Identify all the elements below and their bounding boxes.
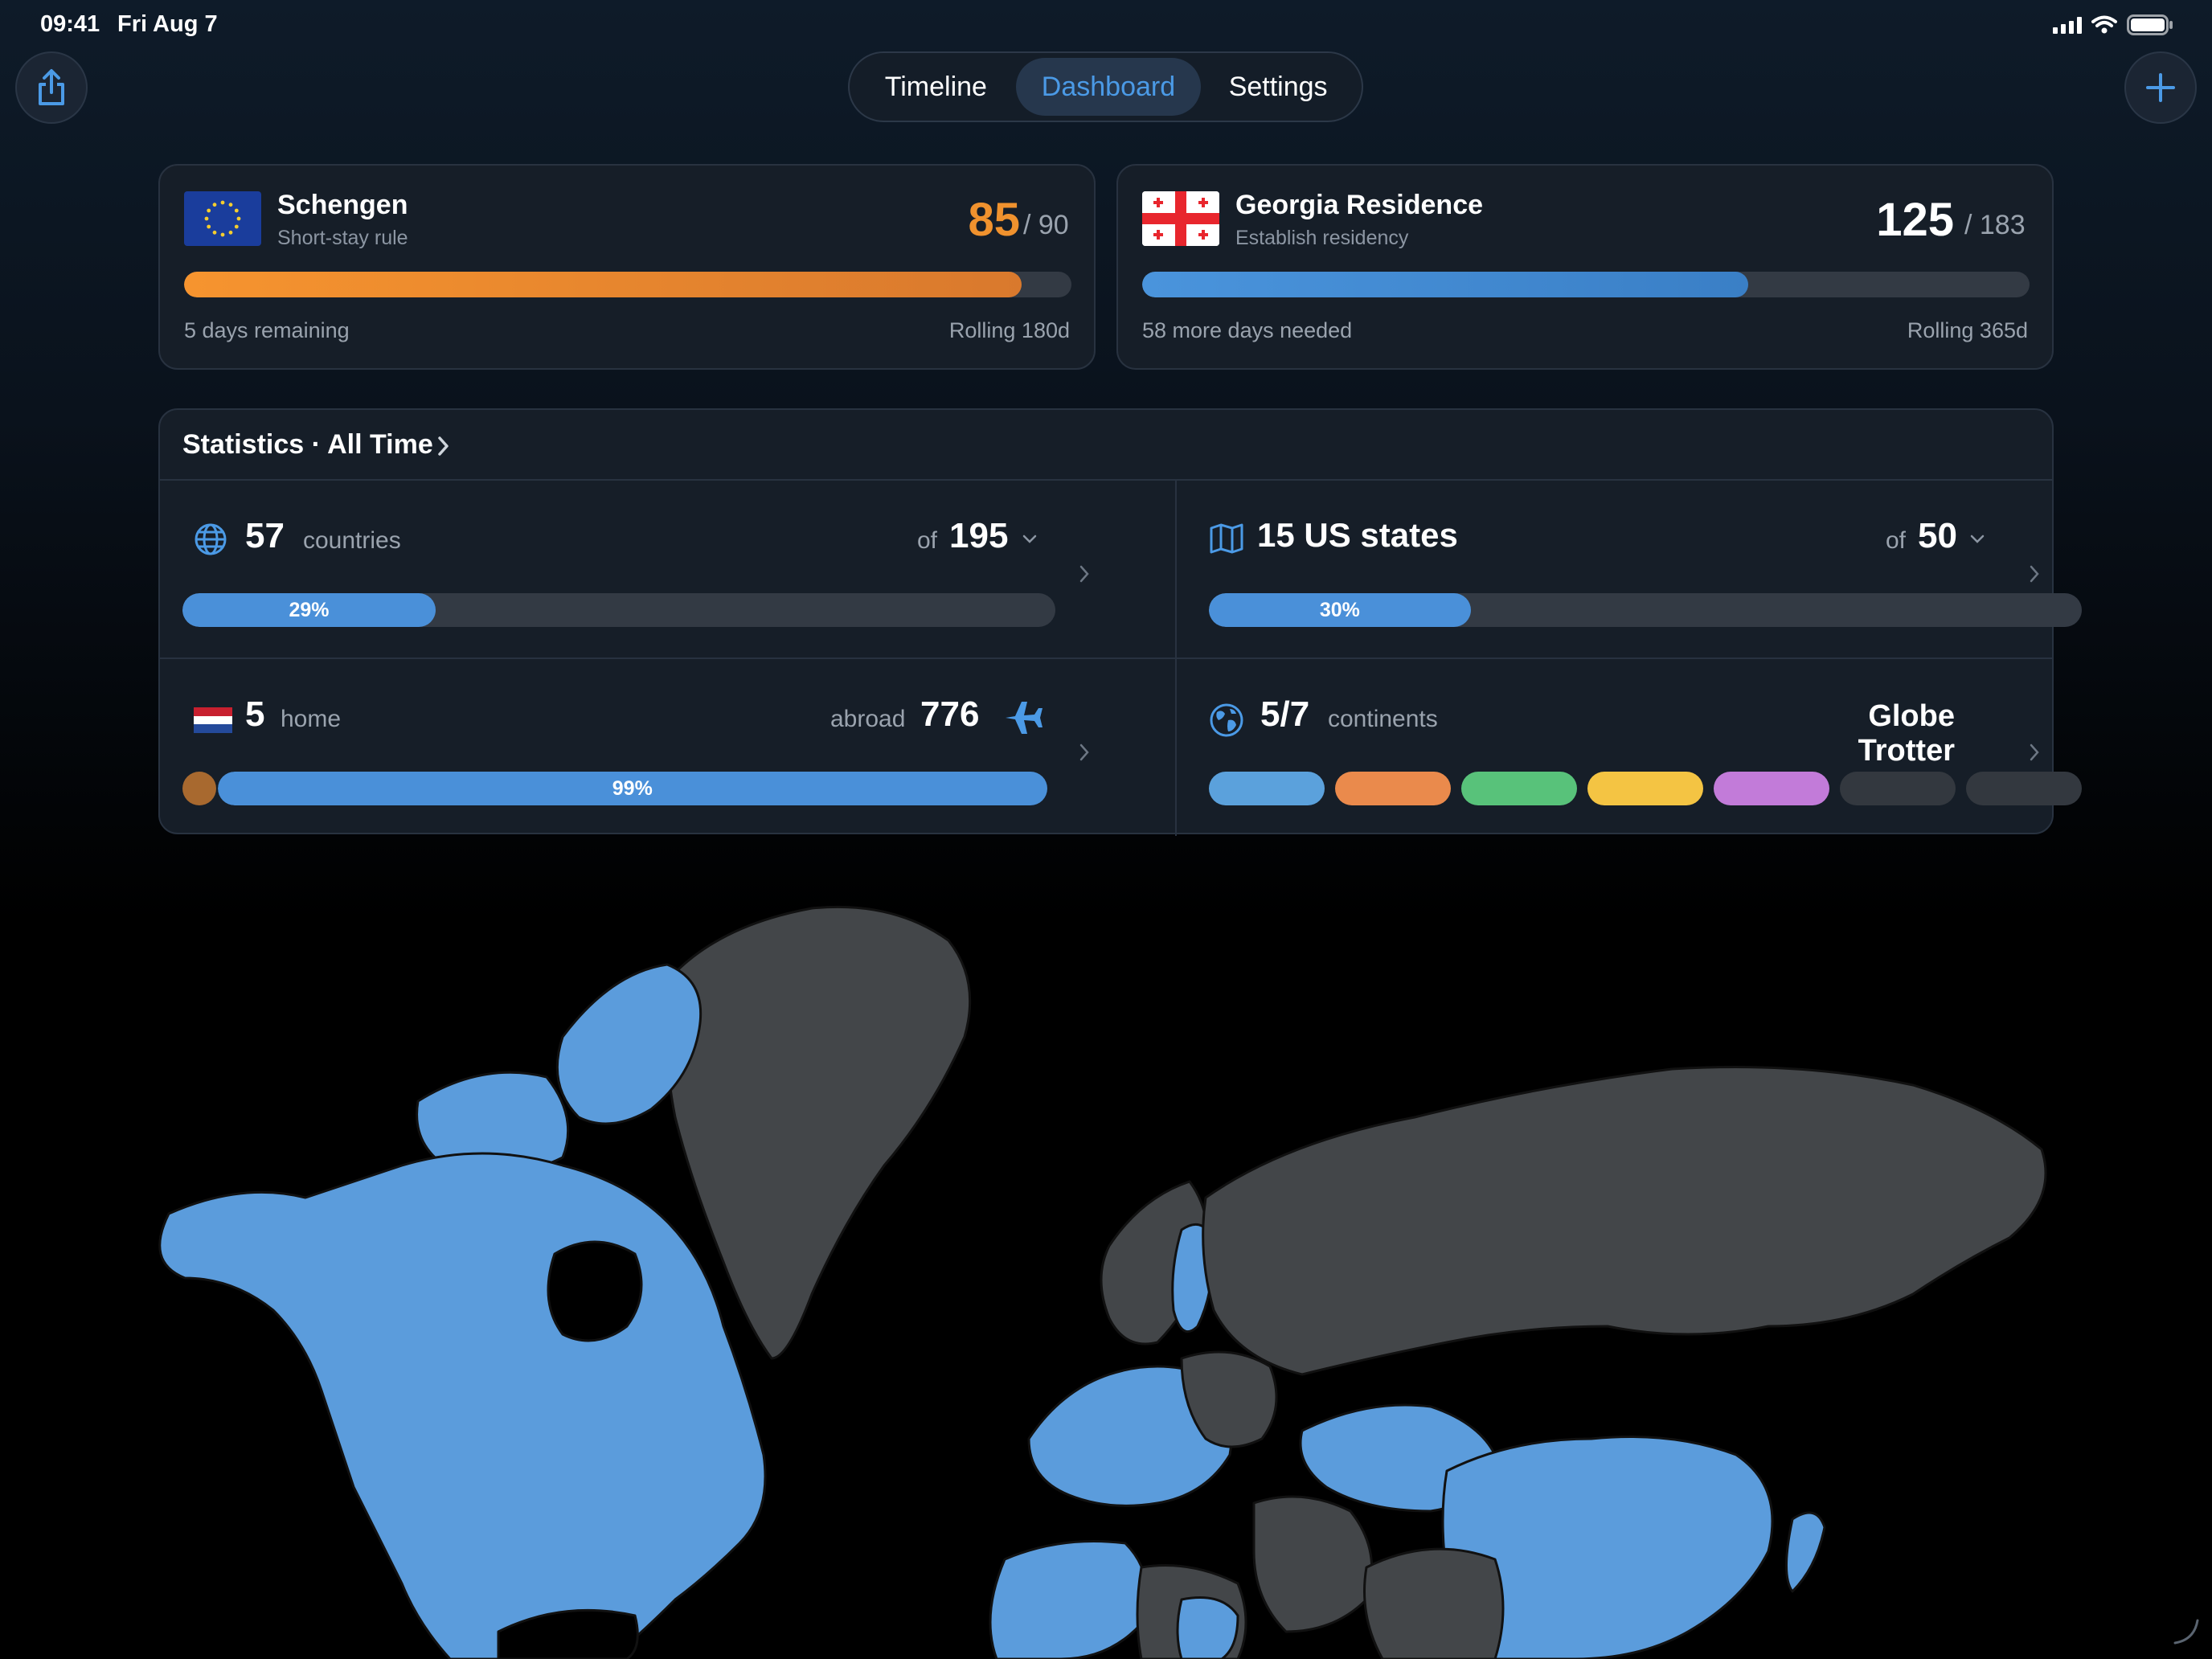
- georgia-progress-bar: [1142, 272, 2030, 297]
- tab-settings[interactable]: Settings: [1201, 58, 1355, 116]
- rule-footer-right: Rolling 180d: [948, 318, 1070, 342]
- map-region-north-america[interactable]: [158, 1152, 767, 1659]
- continents-count: 5/7: [1260, 694, 1310, 734]
- countries-progress-fill: 29%: [182, 593, 436, 627]
- rule-footer-right: Rolling 365d: [1907, 318, 2028, 342]
- map-region-middle-east[interactable]: [1252, 1495, 1374, 1633]
- chevron-right-icon: [2030, 743, 2039, 761]
- us-states-progress-bar: 30%: [1209, 593, 2082, 627]
- globe-icon: [195, 523, 227, 555]
- map-region-hudson-bay: [547, 1240, 643, 1342]
- chevron-down-icon[interactable]: [1969, 534, 1985, 545]
- map-region-russia[interactable]: [1202, 1066, 2047, 1376]
- us-states-total: 50: [1918, 516, 1957, 555]
- home-count: 5: [245, 694, 265, 734]
- resize-handle-icon[interactable]: [2170, 1616, 2202, 1648]
- wifi-icon: [2091, 15, 2117, 34]
- us-states-stat[interactable]: 15 US states of 50 30%: [1177, 481, 2082, 657]
- earth-icon: [1210, 703, 1243, 737]
- status-time: 09:41: [40, 11, 100, 37]
- chevron-right-icon: [438, 436, 449, 456]
- schengen-progress-bar: [184, 272, 1071, 297]
- add-button[interactable]: [2124, 51, 2197, 124]
- continent-pill: [1840, 772, 1956, 805]
- home-abroad-stat[interactable]: 5 home abroad 776 99%: [160, 659, 1175, 836]
- countries-progress-bar: 29%: [182, 593, 1055, 627]
- days-used: 125: [1876, 194, 1954, 246]
- continent-pill: [1461, 772, 1577, 805]
- georgia-progress-fill: [1142, 272, 1749, 297]
- statistics-title: Statistics · All Time: [182, 429, 433, 460]
- tab-dashboard[interactable]: Dashboard: [1015, 58, 1202, 116]
- map-icon: [1210, 523, 1243, 554]
- continents-label: continents: [1328, 706, 1438, 732]
- countries-count: 57: [245, 516, 285, 555]
- countries-total: 195: [949, 516, 1009, 555]
- netherlands-flag-icon: [194, 707, 232, 733]
- rule-footer-left: 58 more days needed: [1142, 318, 1353, 342]
- us-states-count: 15 US states: [1257, 516, 1458, 554]
- rule-title: Georgia Residence: [1235, 190, 1484, 220]
- days-used: 85: [968, 194, 1020, 246]
- chevron-right-icon: [1079, 565, 1089, 583]
- chevron-right-icon: [1079, 743, 1089, 761]
- of-label: of: [1886, 527, 1907, 554]
- abroad-progress-bar: 99%: [218, 772, 1055, 805]
- continent-pill: [1335, 772, 1451, 805]
- rule-subtitle: Short-stay rule: [277, 227, 408, 249]
- abroad-count: 776: [920, 694, 980, 734]
- eu-flag-icon: [184, 191, 261, 246]
- continent-pill: [1966, 772, 2082, 805]
- view-switcher: Timeline Dashboard Settings: [848, 51, 1363, 122]
- rule-subtitle: Establish residency: [1235, 227, 1409, 249]
- home-days-dot: [182, 772, 216, 805]
- continents-stat[interactable]: 5/7 continents Globe Trotter: [1177, 659, 2054, 836]
- rule-footer-left: 5 days remaining: [184, 318, 350, 342]
- countries-label: countries: [303, 527, 401, 554]
- of-label: of: [917, 527, 938, 554]
- home-label: home: [281, 706, 342, 732]
- plus-icon: [2146, 73, 2175, 102]
- battery-icon: [2127, 14, 2173, 35]
- status-bar: 09:41 Fri Aug 7: [0, 0, 2212, 51]
- chevron-down-icon[interactable]: [1022, 534, 1038, 545]
- chevron-right-icon: [2030, 565, 2039, 583]
- continent-pill: [1209, 772, 1325, 805]
- abroad-label: abroad: [830, 706, 906, 732]
- georgia-card[interactable]: Georgia Residence Establish residency 12…: [1116, 164, 2054, 370]
- countries-stat[interactable]: 57 countries of 195 29%: [160, 481, 1175, 657]
- tab-timeline[interactable]: Timeline: [856, 58, 1016, 116]
- continent-pill: [1587, 772, 1703, 805]
- airplane-icon: [1006, 702, 1043, 734]
- share-button[interactable]: [15, 51, 88, 124]
- schengen-progress-fill: [184, 272, 1022, 297]
- map-region-north-africa[interactable]: [989, 1540, 1149, 1659]
- map-region-egypt[interactable]: [1176, 1596, 1239, 1659]
- share-icon: [39, 69, 64, 105]
- georgia-flag-icon: [1142, 191, 1219, 246]
- achievement-badge: Globe Trotter: [1858, 699, 1955, 768]
- days-limit: / 90: [1023, 210, 1069, 240]
- map-region-south-asia[interactable]: [1363, 1547, 1505, 1659]
- rule-title: Schengen: [277, 190, 408, 220]
- status-date: Fri Aug 7: [117, 11, 218, 37]
- status-icons: [2053, 14, 2173, 35]
- map-region-japan[interactable]: [1785, 1511, 1826, 1593]
- statistics-header[interactable]: Statistics · All Time: [160, 410, 2052, 481]
- statistics-card: Statistics · All Time 57 countries of 19…: [158, 408, 2082, 836]
- us-states-progress-fill: 30%: [1209, 593, 1471, 627]
- cellular-signal-icon: [2053, 16, 2082, 34]
- abroad-progress-fill: 99%: [218, 772, 1047, 805]
- days-limit: / 183: [1964, 210, 2026, 240]
- schengen-card[interactable]: Schengen Short-stay rule 85 / 90 5 days …: [158, 164, 1096, 370]
- world-map[interactable]: [0, 876, 2212, 1659]
- continent-pill: [1714, 772, 1829, 805]
